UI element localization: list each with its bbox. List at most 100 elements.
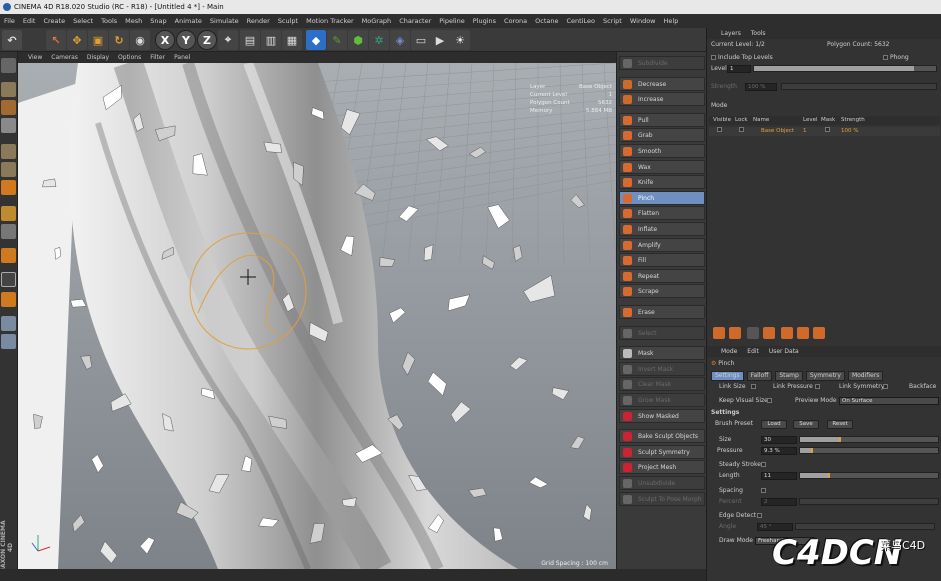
menu-item-create[interactable]: Create (39, 14, 69, 28)
include-top-levels-checkbox[interactable] (711, 55, 716, 60)
percent-field[interactable]: 2 (761, 498, 797, 506)
tab-mode[interactable]: Mode (721, 348, 737, 355)
layer-lock-checkbox[interactable] (739, 127, 744, 132)
table-row[interactable]: Base Object 1 100 % (709, 127, 940, 136)
brush-pull[interactable]: Pull (619, 112, 705, 127)
menu-item-window[interactable]: Window (626, 14, 660, 28)
camera-icon[interactable]: ▶ (430, 30, 450, 50)
brush-grab[interactable]: Grab (619, 128, 705, 143)
pressure-slider[interactable] (799, 447, 939, 454)
delete-layer-icon[interactable] (813, 327, 825, 339)
brush-repeat[interactable]: Repeat (619, 268, 705, 283)
coordinate-system-icon[interactable]: ⌖ (218, 30, 238, 50)
spacing-checkbox[interactable] (761, 488, 766, 493)
layer-visible-checkbox[interactable] (717, 127, 722, 132)
subtab-settings[interactable]: Settings (711, 371, 744, 381)
clear-layer-icon[interactable] (781, 327, 793, 339)
angle-slider[interactable] (795, 523, 935, 530)
scale-tool-icon[interactable]: ▣ (88, 30, 108, 50)
brush-decrease[interactable]: Decrease (619, 76, 705, 91)
add-layer-icon[interactable] (713, 327, 725, 339)
merge-layer-icon[interactable] (763, 327, 775, 339)
render-view-icon[interactable]: ▤ (240, 30, 260, 50)
reset-preset-button[interactable]: Reset (827, 420, 853, 429)
viewport-solo-icon[interactable] (1, 248, 16, 263)
spline-pen-icon[interactable]: ✎ (327, 30, 347, 50)
length-slider[interactable] (799, 472, 939, 479)
menu-item-mograph[interactable]: MoGraph (358, 14, 396, 28)
brush-show-masked[interactable]: Show Masked (619, 408, 705, 423)
menu-item-animate[interactable]: Animate (171, 14, 206, 28)
perspective-viewport[interactable]: Layer Base Object Current Level 1 Polygon Co… (18, 63, 616, 569)
brush-fill[interactable]: Fill (619, 253, 705, 268)
subdivision-surface-icon[interactable]: ⬢ (348, 30, 368, 50)
subtab-modifiers[interactable]: Modifiers (847, 371, 884, 381)
brush-amplify[interactable]: Amplify (619, 237, 705, 252)
viewport-menu-display[interactable]: Display (87, 54, 109, 61)
y-axis-lock-button[interactable]: Y (176, 30, 196, 50)
light-icon[interactable]: ☀ (450, 30, 470, 50)
size-field[interactable]: 30 (761, 436, 797, 444)
brush-increase[interactable]: Increase (619, 92, 705, 107)
brush-sculpt-symmetry[interactable]: Sculpt Symmetry (619, 444, 705, 459)
brush-inflate[interactable]: Inflate (619, 222, 705, 236)
strength-slider[interactable] (781, 83, 937, 90)
menu-item-script[interactable]: Script (599, 14, 626, 28)
brush-smooth[interactable]: Smooth (619, 144, 705, 158)
viewport-menu-panel[interactable]: Panel (174, 54, 190, 61)
menu-item-octane[interactable]: Octane (531, 14, 562, 28)
brush-subdivide[interactable]: Subdivide (619, 56, 705, 70)
keep-visual-size-checkbox[interactable] (767, 398, 772, 403)
menu-item-pipeline[interactable]: Pipeline (435, 14, 468, 28)
brush-grow-mask[interactable]: Grow Mask (619, 393, 705, 407)
brush-sculpt-to-pose-morph[interactable]: Sculpt To Pose Morph (619, 491, 705, 506)
cloner-icon[interactable]: ✲ (369, 30, 389, 50)
brush-invert-mask[interactable]: Invert Mask (619, 361, 705, 376)
subtab-symmetry[interactable]: Symmetry (805, 371, 845, 381)
subtab-stamp[interactable]: Stamp (775, 371, 803, 381)
floor-icon[interactable]: ▭ (411, 30, 431, 50)
edge-detect-checkbox[interactable] (757, 513, 762, 518)
z-axis-lock-button[interactable]: Z (197, 30, 217, 50)
copy-layer-icon[interactable] (797, 327, 809, 339)
menu-item-character[interactable]: Character (395, 14, 435, 28)
length-field[interactable]: 11 (761, 472, 797, 480)
brush-select[interactable]: Select (619, 325, 705, 340)
snapping-icon[interactable] (1, 272, 16, 287)
menu-item-sculpt[interactable]: Sculpt (274, 14, 302, 28)
menu-item-motion-tracker[interactable]: Motion Tracker (302, 14, 358, 28)
menu-item-edit[interactable]: Edit (19, 14, 40, 28)
recent-tools-icon[interactable]: ◉ (130, 30, 150, 50)
brush-clear-mask[interactable]: Clear Mask (619, 377, 705, 392)
add-folder-icon[interactable] (729, 327, 741, 339)
link-symmetry-checkbox[interactable] (883, 384, 888, 389)
render-settings-icon[interactable]: ▦ (282, 30, 302, 50)
brush-bake-sculpt-objects[interactable]: Bake Sculpt Objects (619, 429, 705, 444)
preview-mode-dropdown[interactable]: On Surface (839, 397, 939, 405)
tab-layers[interactable]: Layers (721, 30, 741, 37)
tab-tools[interactable]: Tools (751, 30, 766, 37)
level-slider[interactable] (753, 65, 937, 72)
viewport-menu-options[interactable]: Options (118, 54, 141, 61)
brush-pinch[interactable]: Pinch (619, 190, 705, 205)
layer-mask-checkbox[interactable] (825, 127, 830, 132)
polygons-mode-icon[interactable] (1, 180, 16, 195)
x-axis-lock-button[interactable]: X (155, 30, 175, 50)
planar-workplane-icon[interactable] (1, 316, 16, 331)
pressure-field[interactable]: 9.3 % (761, 447, 797, 455)
menu-item-tools[interactable]: Tools (97, 14, 121, 28)
size-slider[interactable] (799, 436, 939, 443)
subtab-falloff[interactable]: Falloff (746, 371, 773, 381)
menu-item-plugins[interactable]: Plugins (469, 14, 500, 28)
brush-unsubdivide[interactable]: Unsubdivide (619, 476, 705, 490)
menu-item-centileo[interactable]: CentiLeo (563, 14, 600, 28)
render-picture-viewer-icon[interactable]: ▥ (261, 30, 281, 50)
steady-stroke-checkbox[interactable] (761, 462, 766, 467)
enable-axis-icon[interactable] (1, 206, 16, 221)
menu-item-select[interactable]: Select (69, 14, 97, 28)
load-preset-button[interactable]: Load (761, 420, 787, 429)
deformer-icon[interactable]: ◈ (390, 30, 410, 50)
brush-knife[interactable]: Knife (619, 175, 705, 190)
menu-item-mesh[interactable]: Mesh (121, 14, 146, 28)
brush-project-mesh[interactable]: Project Mesh (619, 460, 705, 475)
